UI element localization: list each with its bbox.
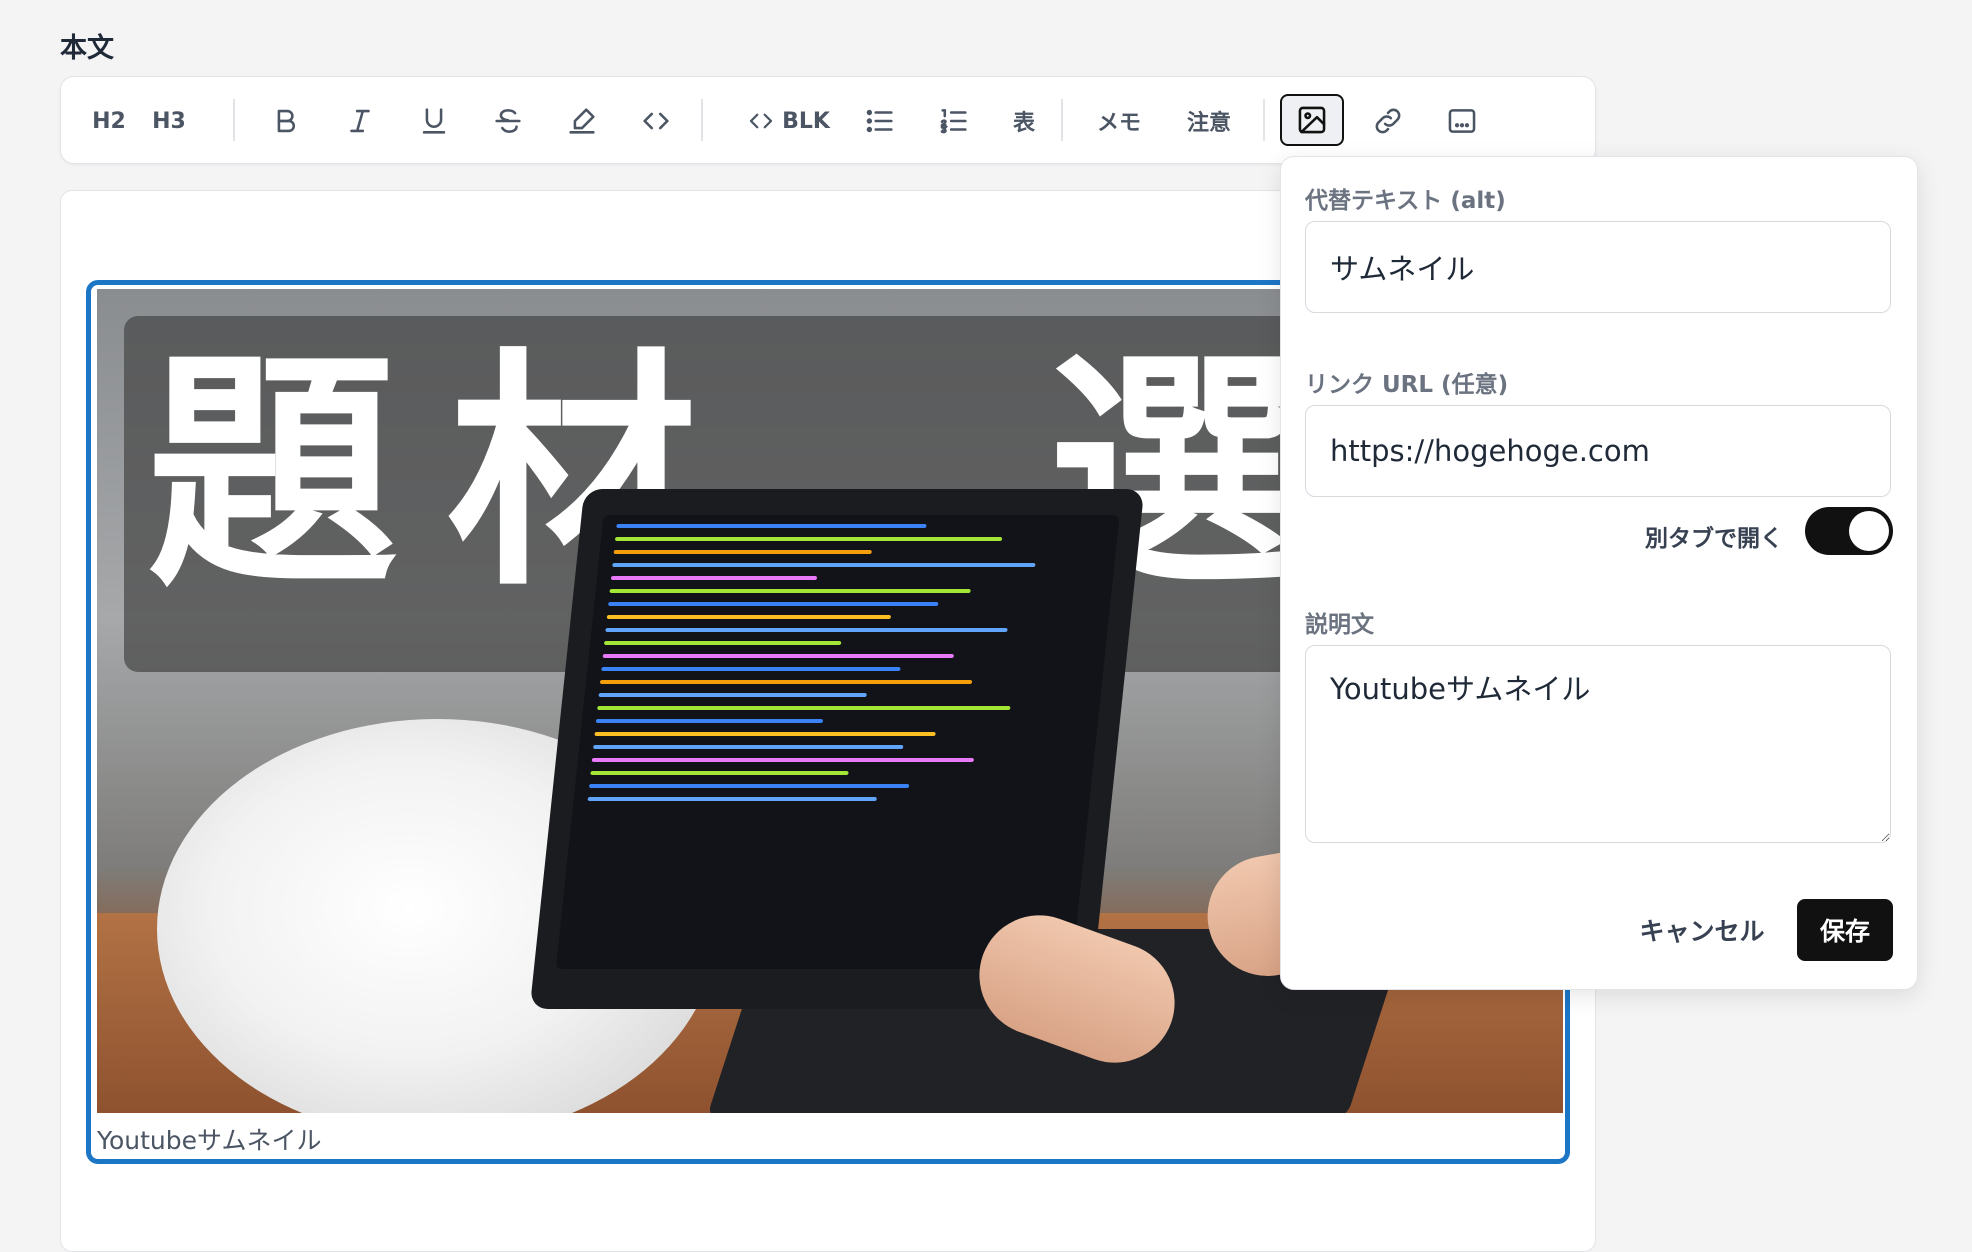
embed-icon: [1448, 109, 1476, 133]
highlight-button[interactable]: [557, 103, 607, 139]
description-label: 説明文: [1305, 612, 1374, 638]
numbered-list-icon: [940, 109, 967, 134]
bullet-list-button[interactable]: [855, 103, 905, 139]
underline-button[interactable]: [409, 103, 459, 139]
code-block-icon: [749, 113, 773, 129]
code-icon: [643, 112, 669, 130]
bold-icon: [277, 109, 295, 133]
inline-code-button[interactable]: [631, 103, 681, 139]
code-block-button[interactable]: BLK: [733, 103, 843, 139]
editor-toolbar: H2 H3 BLK 表 メモ 注意: [60, 76, 1596, 164]
image-settings-popover: 代替テキスト (alt) リンク URL (任意) 別タブで開く 説明文 You…: [1280, 156, 1918, 990]
description-textarea[interactable]: Youtubeサムネイル: [1305, 645, 1891, 843]
alt-text-label: 代替テキスト (alt): [1305, 188, 1506, 214]
bold-button[interactable]: [261, 103, 311, 139]
section-label: 本文: [60, 33, 114, 64]
italic-icon: [350, 109, 370, 133]
numbered-list-button[interactable]: [929, 103, 979, 139]
caution-button[interactable]: 注意: [1179, 103, 1239, 139]
toolbar-divider: [1263, 99, 1265, 141]
insert-link-button[interactable]: [1363, 103, 1413, 139]
open-new-tab-label: 別タブで開く: [1645, 526, 1783, 552]
link-url-label: リンク URL (任意): [1305, 372, 1509, 398]
cancel-button[interactable]: キャンセル: [1627, 899, 1777, 961]
strikethrough-icon: [495, 109, 521, 133]
table-button[interactable]: 表: [999, 103, 1049, 139]
open-new-tab-toggle[interactable]: [1805, 507, 1893, 555]
toolbar-divider: [701, 99, 703, 141]
highlight-icon: [569, 108, 595, 134]
insert-image-button[interactable]: [1280, 94, 1344, 146]
toggle-knob: [1849, 511, 1889, 551]
code-block-label: BLK: [782, 108, 830, 134]
embed-button[interactable]: [1437, 103, 1487, 139]
image-caption: Youtubeサムネイル: [97, 1126, 322, 1155]
image-icon: [1298, 106, 1326, 134]
heading-3-button[interactable]: H3: [147, 103, 191, 139]
italic-button[interactable]: [335, 103, 385, 139]
link-icon: [1375, 108, 1401, 134]
toolbar-divider: [1061, 99, 1063, 141]
strikethrough-button[interactable]: [483, 103, 533, 139]
link-url-input[interactable]: [1305, 405, 1891, 497]
alt-text-input[interactable]: [1305, 221, 1891, 313]
memo-button[interactable]: メモ: [1089, 103, 1149, 139]
save-button[interactable]: 保存: [1797, 899, 1893, 961]
bullet-list-icon: [866, 109, 893, 133]
underline-icon: [422, 108, 446, 134]
thumbnail-laptop-screen: [555, 515, 1120, 969]
toolbar-divider: [233, 99, 235, 141]
heading-2-button[interactable]: H2: [87, 103, 131, 139]
